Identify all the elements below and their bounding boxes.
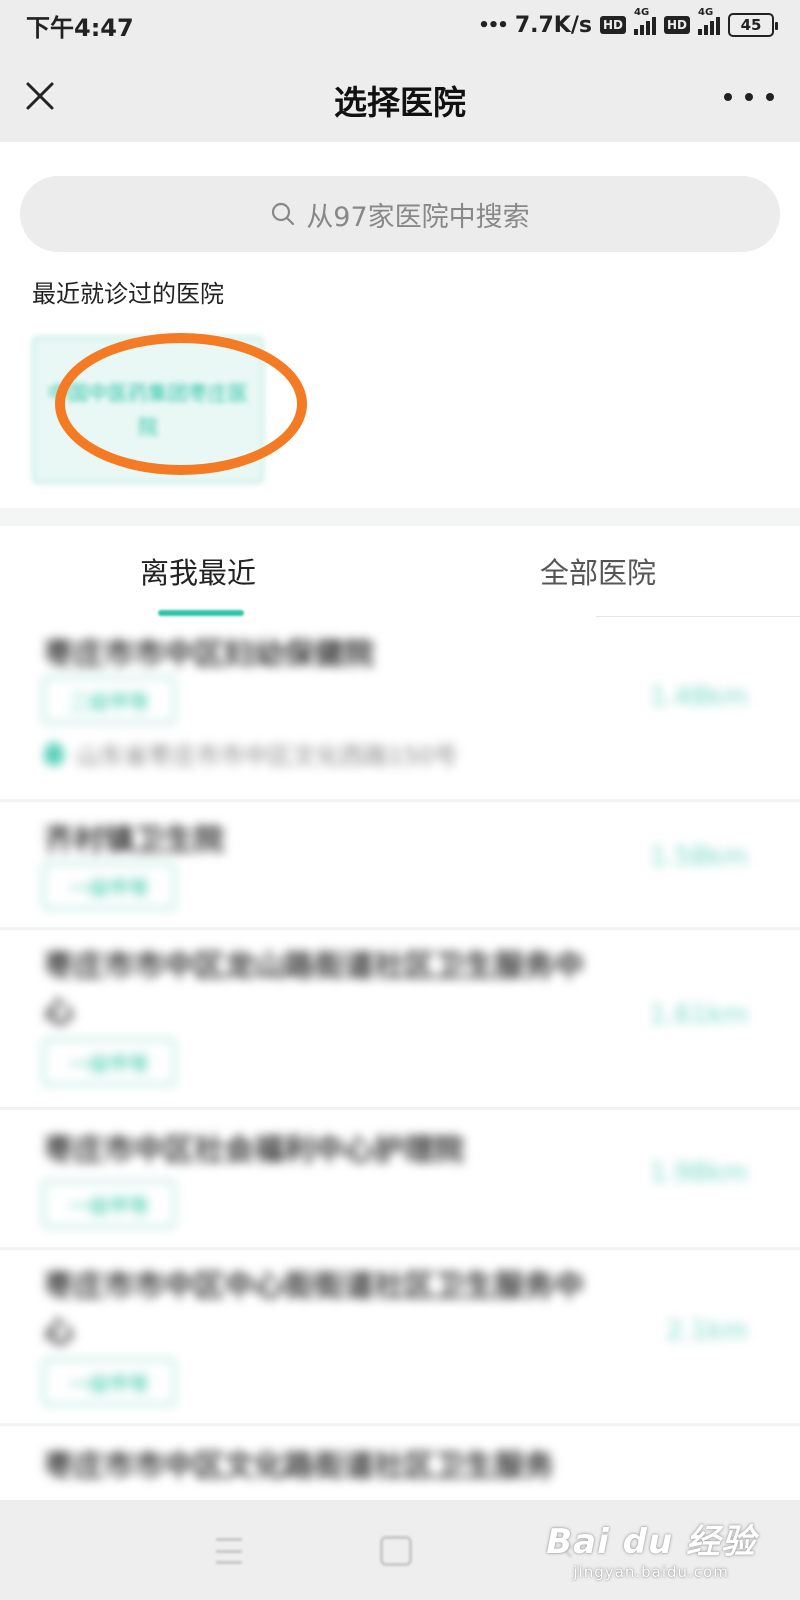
location-pin-icon (44, 741, 64, 766)
list-item[interactable]: 齐村镇卫生院 一级甲等 1.58km (0, 802, 800, 930)
hospital-name: 枣庄市市中区龙山路街道社区卫生服务中心 (44, 949, 584, 1030)
highlight-annotation (55, 333, 307, 475)
menu-icon (216, 1538, 242, 1541)
watermark: Bai du 经验 jingyan.baidu.com (546, 1514, 756, 1581)
tab-all-hospitals[interactable]: 全部医院 (540, 550, 656, 592)
network-type: 4G (633, 7, 650, 18)
hospital-name: 枣庄市市中区文化路街道社区卫生服务 (44, 1449, 554, 1484)
status-bar: 下午4:47 ••• 7.7K/s HD 4G HD 4G 45 (0, 0, 800, 50)
title-bar: 选择医院 (0, 50, 800, 142)
distance: 2.1km (666, 1316, 748, 1346)
hospital-name: 枣庄市市中区中心街街道社区卫生服务中心 (44, 1269, 584, 1350)
watermark-brand: Bai du 经验 (546, 1522, 756, 1562)
level-badge: 一级甲等 (42, 1180, 176, 1228)
tab-bar: 离我最近 全部医院 (0, 526, 800, 618)
tab-indicator (158, 610, 244, 616)
more-button[interactable] (724, 80, 774, 114)
list-item[interactable]: 枣庄市市中区龙山路街道社区卫生服务中心 一级甲等 1.61km (0, 930, 800, 1110)
hd-badge: HD (599, 16, 626, 34)
tab-divider (596, 616, 800, 617)
list-item[interactable]: 枣庄市市中区妇幼保健院 二级甲等 1.48km 山东省枣庄市市中区文化西路150… (0, 618, 800, 802)
distance: 1.61km (649, 1000, 748, 1030)
level-badge: 一级甲等 (42, 862, 176, 910)
menu-button[interactable] (216, 1538, 242, 1564)
hospital-name: 枣庄市市中区妇幼保健院 (44, 637, 374, 672)
level-badge: 一级甲等 (42, 1358, 176, 1406)
hospital-name: 齐村镇卫生院 (44, 823, 224, 858)
dots-icon: ••• (478, 14, 508, 36)
signal-icon: 4G (633, 7, 656, 35)
hospital-address: 山东省枣庄市市中区文化西路150号 (44, 736, 458, 771)
section-divider (0, 508, 800, 526)
search-placeholder: 从97家医院中搜索 (306, 201, 530, 233)
list-item[interactable]: 枣庄市中区社会福利中心护理院 一级甲等 1.98km (0, 1110, 800, 1250)
page-title: 选择医院 (334, 83, 466, 122)
address-text: 山东省枣庄市市中区文化西路150号 (76, 742, 458, 770)
recent-hospitals-title: 最近就诊过的医院 (32, 280, 224, 308)
watermark-url: jingyan.baidu.com (573, 1563, 729, 1581)
hospital-list: 枣庄市市中区妇幼保健院 二级甲等 1.48km 山东省枣庄市市中区文化西路150… (0, 618, 800, 1500)
distance: 1.58km (649, 842, 748, 872)
level-badge: 一级甲等 (42, 1038, 176, 1086)
tab-nearest[interactable]: 离我最近 (140, 550, 256, 592)
network-type-2: 4G (698, 7, 714, 18)
network-speed: 7.7K/s (514, 12, 592, 38)
list-item[interactable]: 枣庄市市中区文化路街道社区卫生服务 (0, 1426, 800, 1500)
battery-level: 45 (740, 16, 762, 34)
home-button[interactable] (380, 1536, 412, 1566)
search-input[interactable]: 从97家医院中搜索 (20, 176, 780, 252)
distance: 1.98km (649, 1158, 748, 1188)
battery-icon: 45 (728, 13, 778, 37)
status-indicators: ••• 7.7K/s HD 4G HD 4G 45 (478, 7, 778, 38)
list-item[interactable]: 枣庄市市中区中心街街道社区卫生服务中心 一级甲等 2.1km (0, 1250, 800, 1426)
signal-icon-2: 4G (698, 7, 720, 35)
distance: 1.48km (649, 682, 748, 712)
hd-badge-2: HD (663, 16, 690, 34)
level-badge: 二级甲等 (42, 676, 176, 724)
search-icon (272, 202, 295, 226)
hospital-name: 枣庄市中区社会福利中心护理院 (44, 1133, 464, 1168)
more-icon (724, 93, 732, 101)
status-time: 下午4:47 (26, 13, 134, 42)
